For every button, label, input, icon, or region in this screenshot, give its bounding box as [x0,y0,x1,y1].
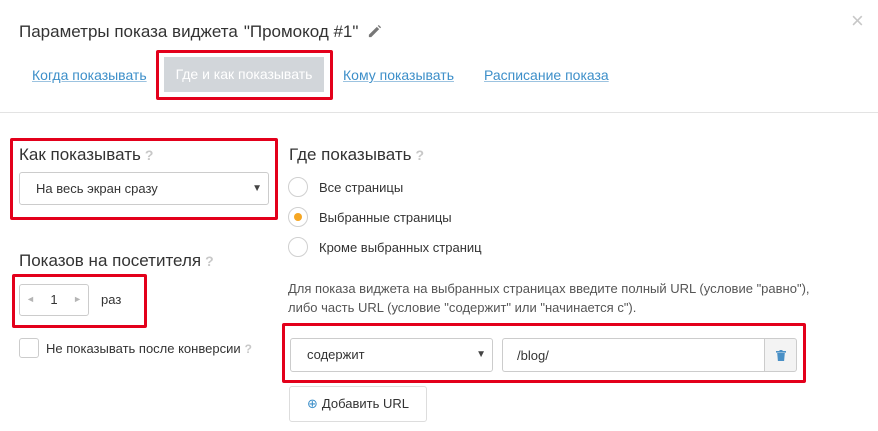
widget-name: "Промокод #1" [243,22,359,41]
where-heading: Где показывать? [289,145,425,164]
condition-select-value: содержит [307,347,365,362]
tab-where-how[interactable]: Где и как показывать [164,57,324,92]
radio-all-pages[interactable] [288,177,308,197]
how-select[interactable]: На весь экран сразу ▼ [19,172,269,205]
views-stepper[interactable]: ◄ 1 ► [19,284,89,316]
views-value[interactable]: 1 [40,292,68,307]
views-heading: Показов на посетителя? [19,251,214,270]
url-instructions: Для показа виджета на выбранных страница… [288,281,810,315]
tab-schedule[interactable]: Расписание показа [484,67,609,83]
dialog-header: Параметры показа виджета "Промокод #1" × … [0,0,878,113]
condition-select[interactable]: содержит ▼ [290,338,493,372]
tab-who[interactable]: Кому показывать [343,67,454,83]
decrement-icon[interactable]: ◄ [26,294,35,304]
add-url-button[interactable]: ⊕ Добавить URL [289,386,427,422]
help-icon[interactable]: ? [145,147,154,163]
help-icon[interactable]: ? [245,342,252,356]
chevron-down-icon: ▼ [252,183,262,194]
trash-icon[interactable] [764,338,797,372]
conversion-checkbox[interactable] [19,338,39,358]
plus-icon: ⊕ [307,396,318,411]
chevron-down-icon: ▼ [476,349,486,360]
radio-except-pages[interactable] [288,237,308,257]
conversion-label: Не показывать после конверсии? [46,341,252,356]
url-input[interactable]: /blog/ [502,338,764,372]
help-icon[interactable]: ? [415,147,424,163]
increment-icon[interactable]: ► [73,294,82,304]
radio-all-pages-label: Все страницы [319,180,404,195]
radio-except-pages-label: Кроме выбранных страниц [319,240,482,255]
how-select-value: На весь экран сразу [36,181,158,196]
radio-selected-pages-label: Выбранные страницы [319,210,452,225]
help-icon[interactable]: ? [205,253,214,269]
radio-selected-pages[interactable] [288,207,308,227]
close-icon[interactable]: × [851,10,864,32]
tab-when[interactable]: Когда показывать [32,67,147,83]
views-unit: раз [101,292,122,307]
dialog-title: Параметры показа виджета "Промокод #1" [19,22,382,44]
pencil-icon[interactable] [367,24,382,44]
how-heading: Как показывать? [19,145,154,164]
title-text: Параметры показа виджета [19,22,238,41]
